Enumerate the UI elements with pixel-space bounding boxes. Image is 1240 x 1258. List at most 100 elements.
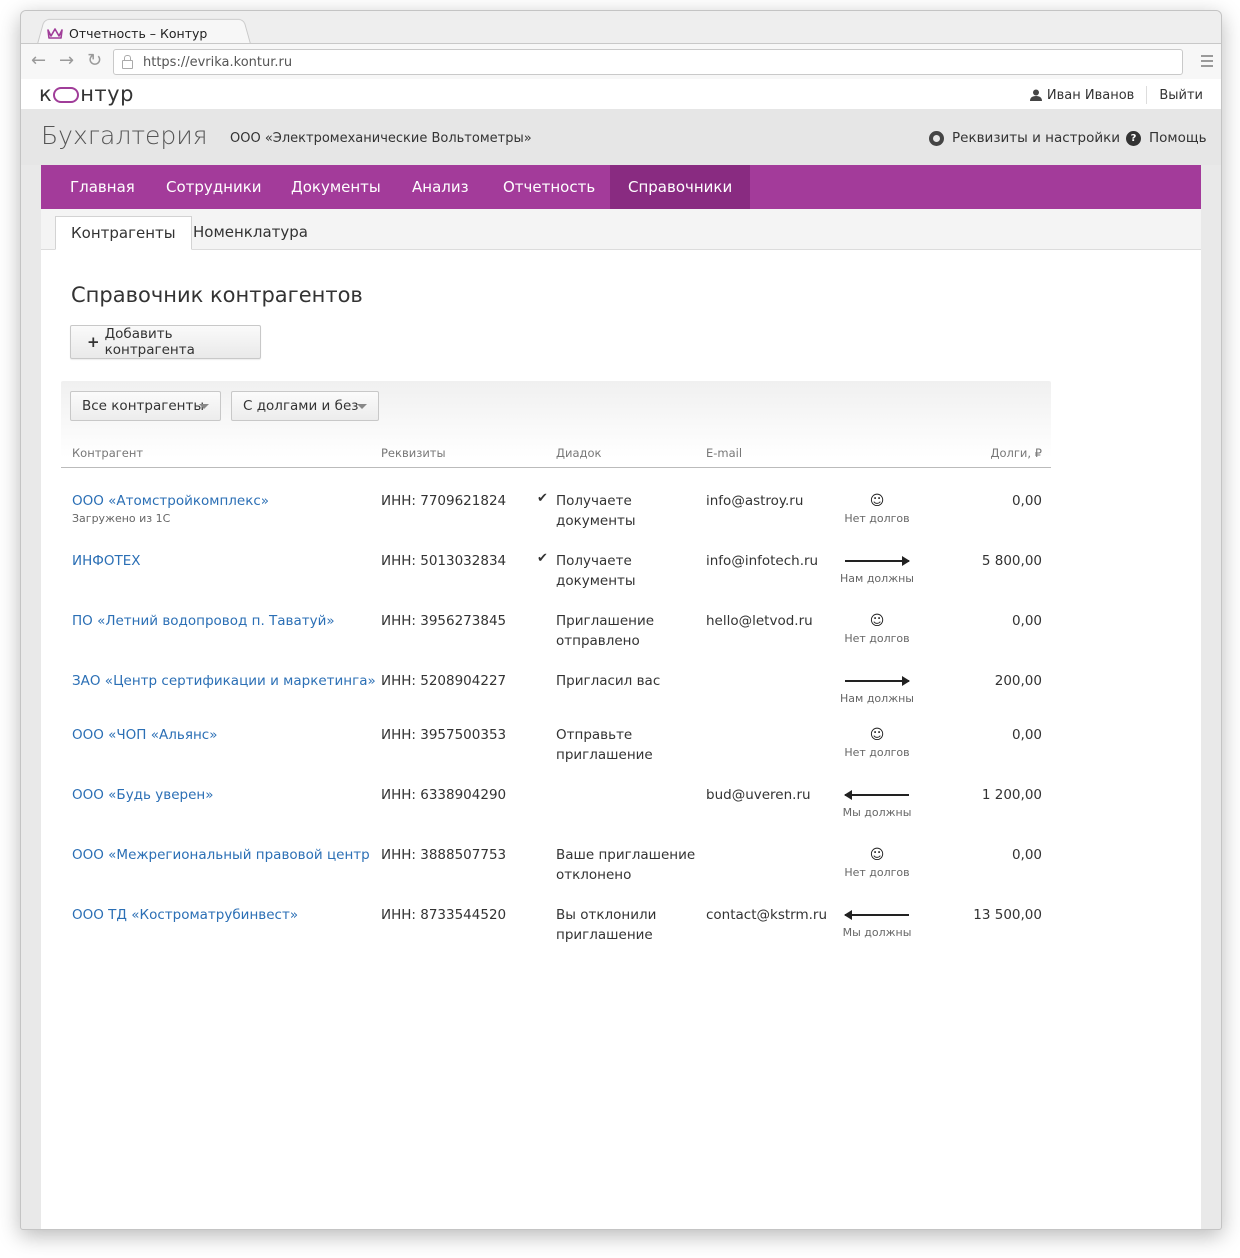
tab-counterparties[interactable]: Контрагенты: [55, 216, 192, 250]
forward-icon[interactable]: →: [59, 50, 74, 72]
app-header: Бухгалтерия ООО «Электромеханические Вол…: [21, 109, 1221, 165]
url-text[interactable]: https://evrika.kontur.ru: [143, 55, 292, 70]
table-row: ООО «ЧОП «Альянс» ИНН: 3957500353 Отправьт…: [41, 725, 1051, 785]
checkmark-icon: ✔: [537, 551, 548, 566]
smiley-icon: ☺: [869, 727, 885, 743]
debt-status: Нам должны: [840, 692, 914, 705]
kontur-logo[interactable]: к нтур: [39, 82, 134, 106]
browser-window: Отчетность – Контур ← → ↻ https://evrika…: [20, 10, 1222, 1230]
debt-direction: [836, 671, 918, 691]
divider: [1146, 86, 1148, 104]
browser-tabstrip: Отчетность – Контур: [21, 11, 1221, 44]
table-row: ЗАО «Центр сертификации и маркетинга» ИНН…: [41, 671, 1051, 731]
email-value: info@infotech.ru: [706, 553, 819, 569]
counterparty-name-link[interactable]: ООО «Межрегиональный правовой центр: [72, 845, 370, 865]
smiley-icon: ☺: [869, 493, 885, 509]
table-row: ООО «Межрегиональный правовой центр ИНН: …: [41, 845, 1051, 905]
counterparty-name-link[interactable]: ООО «Будь уверен»: [72, 785, 213, 805]
debt-direction: [836, 551, 918, 571]
counterparty-name-link[interactable]: ООО «ЧОП «Альянс»: [72, 725, 217, 745]
nav-item-references[interactable]: Справочники: [610, 165, 751, 209]
user-name[interactable]: Иван Иванов: [1047, 88, 1134, 103]
inn-value: ИНН: 6338904290: [381, 787, 507, 803]
debt-direction: ☺: [836, 491, 918, 511]
nav-item-documents[interactable]: Документы: [273, 165, 399, 209]
arrow-right-icon: [845, 556, 910, 566]
debt-amount: 5 800,00: [981, 553, 1042, 569]
nav-item-reports[interactable]: Отчетность: [485, 165, 613, 209]
user-menu: Иван Иванов Выйти: [1029, 86, 1203, 104]
help-link[interactable]: ? Помощь: [1126, 130, 1207, 146]
counterparty-name-link[interactable]: ЗАО «Центр сертификации и маркетинга»: [72, 671, 376, 691]
tab-nomenclature[interactable]: Номенклатура: [178, 216, 323, 249]
arrow-right-icon: [845, 676, 910, 686]
arrow-left-icon: [844, 910, 909, 920]
debt-direction: ☺: [836, 725, 918, 745]
nav-item-employees[interactable]: Сотрудники: [148, 165, 280, 209]
main-content: Контрагенты Номенклатура Справочник конт…: [41, 209, 1201, 1229]
table-row: ПО «Летний водопровод п. Таватуй» ИНН: 39…: [41, 611, 1051, 671]
inn-value: ИНН: 5208904227: [381, 673, 507, 689]
column-header-debts[interactable]: Долги, ₽: [990, 446, 1042, 460]
debt-amount: 0,00: [1011, 847, 1042, 863]
debt-amount: 0,00: [1011, 727, 1042, 743]
table-row: ООО «Атомстройкомплекс» Загружено из 1С ИН…: [41, 491, 1051, 551]
crown-icon: [47, 27, 63, 39]
plus-icon: +: [87, 333, 100, 351]
debt-status: Мы должны: [842, 926, 912, 939]
inn-value: ИНН: 3888507753: [381, 847, 507, 863]
counterparty-name-link[interactable]: ООО «Атомстройкомплекс»: [72, 491, 269, 511]
smiley-icon: ☺: [869, 613, 885, 629]
counterparty-type-select[interactable]: Все контрагенты: [70, 391, 221, 421]
source-note: Загружено из 1С: [72, 512, 171, 525]
debt-filter-select[interactable]: С долгами и без: [231, 391, 379, 421]
help-icon: ?: [1126, 130, 1141, 146]
table-row: ООО «Будь уверен» ИНН: 6338904290 bud@uver…: [41, 785, 1051, 845]
checkmark-icon: ✔: [537, 491, 548, 506]
counterparty-name-link[interactable]: ООО ТД «Костроматрубинвест»: [72, 905, 298, 925]
gear-icon: [929, 130, 944, 146]
chevron-down-icon: [199, 404, 209, 409]
browser-menu-icon[interactable]: [1201, 55, 1213, 70]
add-counterparty-button[interactable]: + Добавить контрагента: [70, 325, 261, 359]
user-icon: [1029, 89, 1042, 101]
debt-amount: 0,00: [1011, 493, 1042, 509]
email-value: bud@uveren.ru: [706, 787, 811, 803]
debt-status: Нам должны: [840, 572, 914, 585]
diadoc-status: Ваше приглашение отклонено: [556, 847, 696, 883]
counterparty-name-link[interactable]: ПО «Летний водопровод п. Таватуй»: [72, 611, 335, 631]
debt-status: Нет долгов: [844, 746, 910, 759]
column-header-name[interactable]: Контрагент: [72, 446, 143, 460]
browser-toolbar: ← → ↻ https://evrika.kontur.ru: [21, 43, 1221, 81]
app-title: Бухгалтерия: [41, 121, 208, 150]
diadoc-status: Вы отклонили приглашение: [556, 907, 657, 943]
debt-amount: 13 500,00: [973, 907, 1042, 923]
cloud-icon: [53, 87, 80, 103]
address-bar[interactable]: https://evrika.kontur.ru: [113, 49, 1183, 75]
debt-direction: [836, 905, 918, 925]
counterparty-name-link[interactable]: ИНФОТЕХ: [72, 551, 141, 571]
divider: [61, 467, 1051, 468]
back-icon[interactable]: ←: [31, 50, 46, 72]
debt-direction: [836, 785, 918, 805]
nav-item-main[interactable]: Главная: [52, 165, 153, 209]
settings-link[interactable]: Реквизиты и настройки: [929, 130, 1120, 146]
inn-value: ИНН: 3957500353: [381, 727, 507, 743]
column-header-email: E-mail: [706, 446, 743, 460]
debt-status: Нет долгов: [844, 866, 910, 879]
reload-icon[interactable]: ↻: [87, 50, 102, 72]
subtabs: Контрагенты Номенклатура: [41, 209, 1201, 250]
page-title: Справочник контрагентов: [71, 283, 363, 307]
browser-tab-title[interactable]: Отчетность – Контур: [69, 26, 207, 41]
diadoc-status: Получаете документы: [556, 553, 636, 589]
debt-amount: 200,00: [994, 673, 1042, 689]
nav-item-analysis[interactable]: Анализ: [394, 165, 487, 209]
debt-status: Нет долгов: [844, 512, 910, 525]
logout-link[interactable]: Выйти: [1159, 88, 1203, 103]
smiley-icon: ☺: [869, 847, 885, 863]
organization-name[interactable]: ООО «Электромеханические Вольтометры»: [230, 131, 532, 146]
debt-direction: ☺: [836, 845, 918, 865]
diadoc-status: Пригласил вас: [556, 673, 661, 689]
email-value: info@astroy.ru: [706, 493, 804, 509]
lock-icon: [122, 54, 133, 69]
